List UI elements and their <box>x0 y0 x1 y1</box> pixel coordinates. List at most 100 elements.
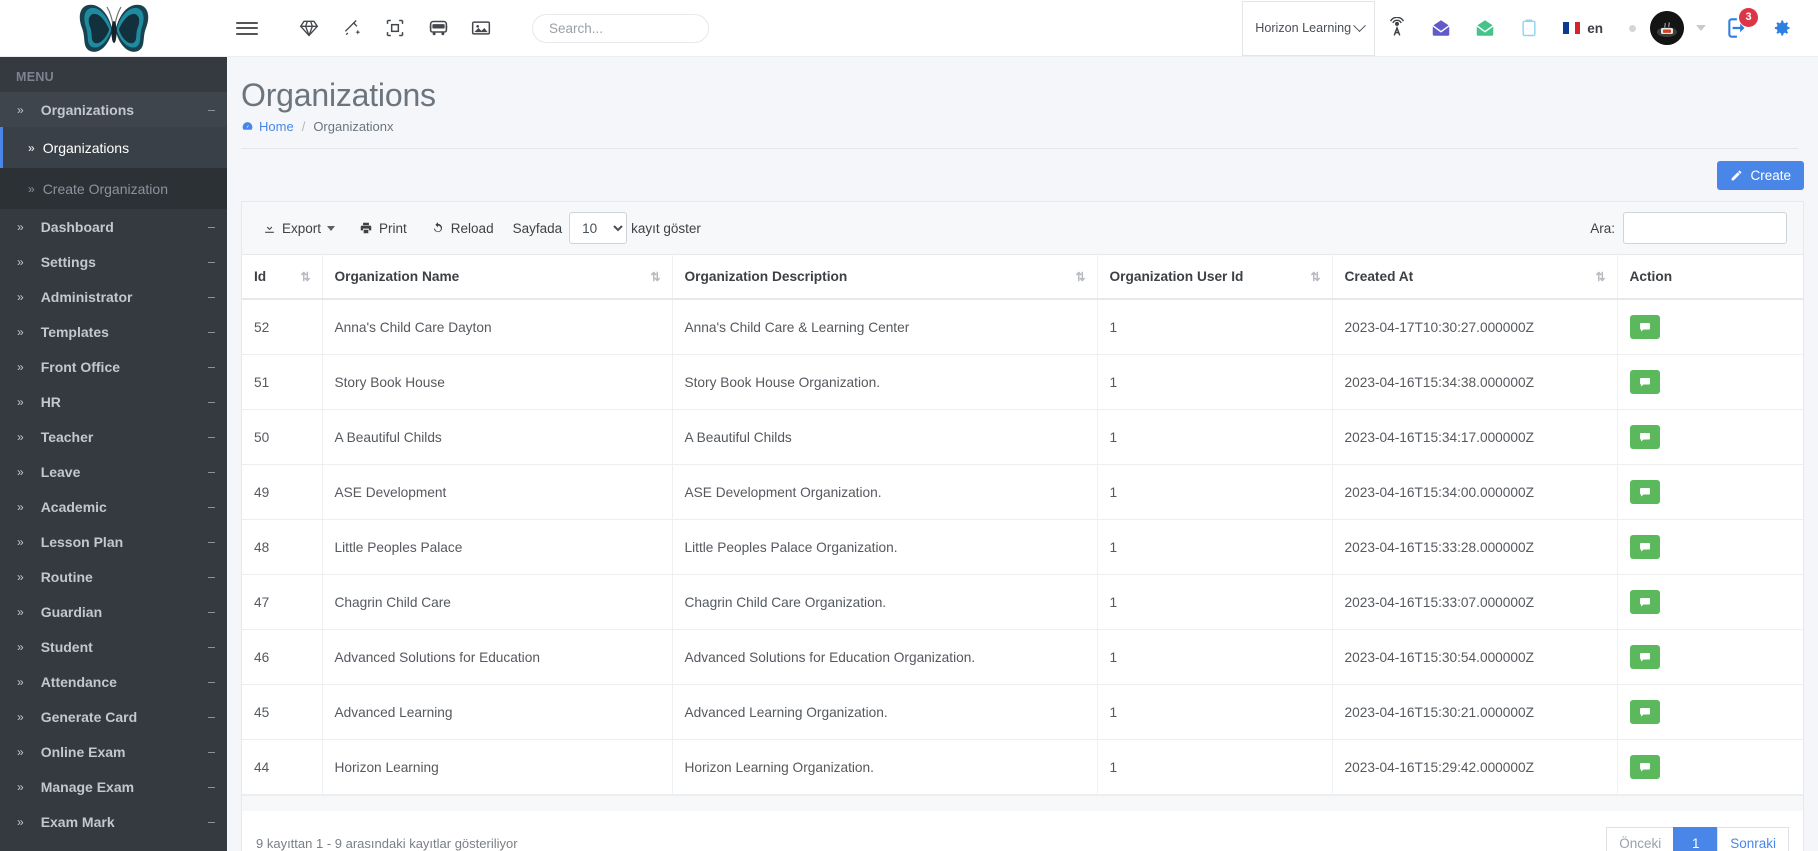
sidebar-item-academic[interactable]: » Academic <box>0 489 227 524</box>
sidebar-item-label: Guardian <box>40 603 103 620</box>
pagination-page-1[interactable]: 1 <box>1673 827 1718 851</box>
organization-selector[interactable]: Horizon Learning <box>1242 0 1376 56</box>
row-comment-button[interactable] <box>1629 425 1660 449</box>
reload-button[interactable]: Reload <box>422 216 503 241</box>
tasks-icon-button[interactable] <box>1507 0 1551 57</box>
settings-button[interactable] <box>1760 0 1804 57</box>
expand-indicator-icon <box>208 366 215 369</box>
pagination-next-button[interactable]: Sonraki <box>1717 827 1789 851</box>
sort-arrows-icon: ⇅ <box>1595 269 1606 284</box>
organization-selector-value: Horizon Learning <box>1255 21 1352 35</box>
sidebar-item-routine[interactable]: » Routine <box>0 559 227 594</box>
reload-button-label: Reload <box>450 220 494 236</box>
sidebar-item-label: Routine <box>40 568 93 585</box>
sidebar-item-teacher[interactable]: » Teacher <box>0 419 227 454</box>
print-button[interactable]: Print <box>350 216 416 241</box>
export-button[interactable]: Export <box>254 216 344 241</box>
row-comment-button[interactable] <box>1629 700 1660 724</box>
hamburger-icon <box>236 18 258 38</box>
search-input[interactable] <box>549 20 692 36</box>
sidebar-item-front-office[interactable]: » Front Office <box>0 349 227 384</box>
sidebar-toggle-button[interactable] <box>227 8 267 48</box>
sidebar-item-student[interactable]: » Student <box>0 629 227 664</box>
table-column-header-id[interactable]: Id ⇅ <box>242 254 323 300</box>
sidebar-item-generate-card[interactable]: » Generate Card <box>0 699 227 734</box>
comment-icon <box>1639 708 1650 717</box>
organizations-card: Export Print Reload Sayfada 102550100 ka… <box>241 201 1804 851</box>
chevron-double-right-icon: » <box>17 709 24 724</box>
sidebar-item-attendance[interactable]: » Attendance <box>0 664 227 699</box>
sidebar-item-leave[interactable]: » Leave <box>0 454 227 489</box>
cell-name: Little Peoples Palace <box>322 519 673 575</box>
sidebar: MENU » Organizations » Organizations » Create… <box>0 57 227 851</box>
notifications-icon-button[interactable] <box>1463 0 1507 57</box>
page-length-select[interactable]: 102550100 <box>569 212 628 244</box>
magic-wand-icon <box>344 20 361 36</box>
table-column-header-organization-name[interactable]: Organization Name ⇅ <box>322 254 673 300</box>
pagination-prev-button[interactable]: Önceki <box>1606 827 1674 851</box>
crop-frame-icon-button[interactable] <box>375 8 415 48</box>
sidebar-item-exam-mark[interactable]: » Exam Mark <box>0 804 227 839</box>
comment-icon <box>1639 598 1650 607</box>
messages-icon-button[interactable] <box>1419 0 1463 57</box>
brand-logo[interactable] <box>0 0 227 57</box>
table-column-header-organization-description[interactable]: Organization Description ⇅ <box>672 254 1098 300</box>
comment-icon <box>1639 433 1650 442</box>
cell-name: Anna's Child Care Dayton <box>322 299 673 355</box>
cell-user-id: 1 <box>1097 739 1333 795</box>
sidebar-item-templates[interactable]: » Templates <box>0 314 227 349</box>
broadcast-icon-button[interactable] <box>1375 0 1419 57</box>
breadcrumb: Home / Organizationx <box>241 119 1798 134</box>
chevron-double-right-icon: » <box>17 569 24 584</box>
sidebar-item-dashboard[interactable]: » Dashboard <box>0 209 227 244</box>
export-button-label: Export <box>282 220 322 236</box>
row-comment-button[interactable] <box>1629 755 1660 779</box>
magic-wand-icon-button[interactable] <box>332 8 372 48</box>
expand-indicator-icon <box>208 646 215 649</box>
table-column-header-created-at[interactable]: Created At ⇅ <box>1332 254 1618 300</box>
row-comment-button[interactable] <box>1629 645 1660 669</box>
sidebar-item-organizations[interactable]: » Organizations <box>0 92 227 127</box>
avatar[interactable] <box>1650 11 1684 45</box>
logout-button[interactable]: 3 <box>1716 0 1760 57</box>
fr-flag-icon <box>1563 22 1581 34</box>
sidebar-item-settings[interactable]: » Settings <box>0 244 227 279</box>
breadcrumb-home-link[interactable]: Home <box>241 119 294 134</box>
language-label: en <box>1587 20 1603 36</box>
table-search-input[interactable] <box>1623 212 1787 244</box>
sidebar-item-label: Templates <box>40 323 109 340</box>
sidebar-item-administrator[interactable]: » Administrator <box>0 279 227 314</box>
row-comment-button[interactable] <box>1629 535 1660 559</box>
row-comment-button[interactable] <box>1629 590 1660 614</box>
sidebar-item-online-exam[interactable]: » Online Exam <box>0 734 227 769</box>
table-row: 50 A Beautiful Childs A Beautiful Childs 1 2… <box>242 409 1803 465</box>
cell-description: Chagrin Child Care Organization. <box>672 574 1098 630</box>
sidebar-item-hr[interactable]: » HR <box>0 384 227 419</box>
cell-action <box>1617 299 1803 355</box>
sidebar-item-guardian[interactable]: » Guardian <box>0 594 227 629</box>
cell-description: Horizon Learning Organization. <box>672 739 1098 795</box>
bus-icon-button[interactable] <box>418 8 458 48</box>
sidebar-item-lesson-plan[interactable]: » Lesson Plan <box>0 524 227 559</box>
page-length-suffix: kayıt göster <box>631 220 701 236</box>
sidebar-subitem-organizations[interactable]: » Organizations <box>0 127 227 168</box>
global-search[interactable] <box>532 13 709 43</box>
table-column-header-organization-user-id[interactable]: Organization User Id ⇅ <box>1097 254 1333 300</box>
pagination: Önceki 1 Sonraki <box>1606 827 1789 851</box>
row-comment-button[interactable] <box>1629 370 1660 394</box>
comment-icon <box>1639 378 1650 387</box>
table-head: Id ⇅ Organization Name ⇅ Organization Descri… <box>242 254 1803 300</box>
avatar-dropdown-caret-icon[interactable] <box>1696 25 1706 31</box>
table-info-text: 9 kayıttan 1 - 9 arasındaki kayıtlar gös… <box>256 835 518 851</box>
sidebar-item-manage-exam[interactable]: » Manage Exam <box>0 769 227 804</box>
envelope-purple-icon <box>1432 20 1450 36</box>
create-button[interactable]: Create <box>1717 161 1804 190</box>
sidebar-subitem-create-organization[interactable]: » Create Organization <box>0 168 227 209</box>
gem-icon-button[interactable] <box>289 8 329 48</box>
language-switcher[interactable]: en <box>1551 0 1615 57</box>
image-icon-button[interactable] <box>461 8 501 48</box>
create-button-label: Create <box>1750 168 1791 183</box>
sidebar-item-label: Administrator <box>40 288 133 305</box>
row-comment-button[interactable] <box>1629 315 1660 339</box>
row-comment-button[interactable] <box>1629 480 1660 504</box>
